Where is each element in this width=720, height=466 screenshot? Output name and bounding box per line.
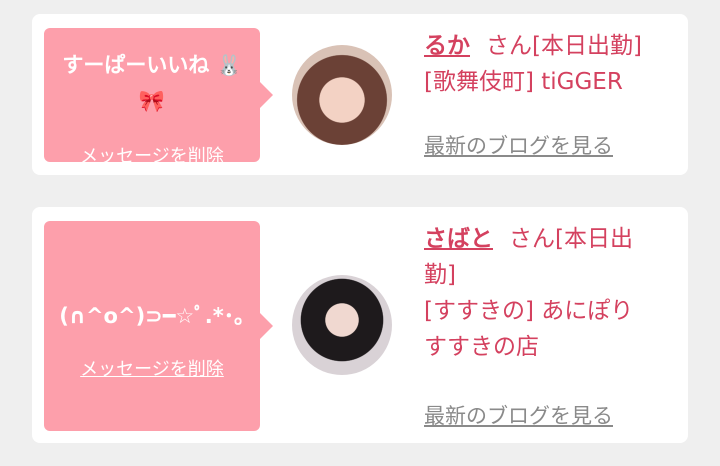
- sender-status: さん[本日出勤]: [486, 33, 642, 59]
- avatar[interactable]: [292, 45, 392, 145]
- sender-status-cont: 勤]: [424, 262, 456, 288]
- sender-shop: [歌舞伎町] tiGGER: [424, 69, 623, 95]
- message-card: すーぱーいいね 🐰 🎀 メッセージを削除 るか さん[本日出勤] [歌舞伎町] t…: [32, 14, 688, 175]
- sender-info: さばと さん[本日出 勤] [すすきの] あにぽり すすきの店: [424, 221, 680, 365]
- ribbon-emoji-icon: 🎀: [138, 89, 166, 113]
- avatar[interactable]: [292, 275, 392, 375]
- message-text: すーぱーいいね 🐰: [62, 53, 242, 77]
- bunny-emoji-icon: 🐰: [216, 53, 242, 77]
- sender-name-link[interactable]: るか: [424, 33, 470, 59]
- latest-blog-link[interactable]: 最新のブログを見る: [424, 130, 613, 160]
- sender-shop-cont: すすきの店: [424, 334, 539, 360]
- message-card: (∩^o^)⊃━☆ﾟ.*･｡ メッセージを削除 さばと さん[本日出 勤] [すす…: [32, 207, 688, 443]
- sender-shop: [すすきの] あにぽり: [424, 298, 634, 324]
- delete-message-link[interactable]: メッセージを削除: [44, 142, 260, 168]
- sender-name-link[interactable]: さばと: [424, 226, 493, 252]
- delete-message-link[interactable]: メッセージを削除: [44, 355, 260, 381]
- message-text: (∩^o^)⊃━☆ﾟ.*･｡: [59, 304, 245, 328]
- message-bubble: すーぱーいいね 🐰 🎀 メッセージを削除: [44, 28, 273, 167]
- message-bubble: (∩^o^)⊃━☆ﾟ.*･｡ メッセージを削除: [44, 221, 273, 431]
- latest-blog-link[interactable]: 最新のブログを見る: [424, 400, 613, 430]
- sender-status: さん[本日出: [509, 226, 633, 252]
- sender-info: るか さん[本日出勤] [歌舞伎町] tiGGER: [424, 28, 680, 100]
